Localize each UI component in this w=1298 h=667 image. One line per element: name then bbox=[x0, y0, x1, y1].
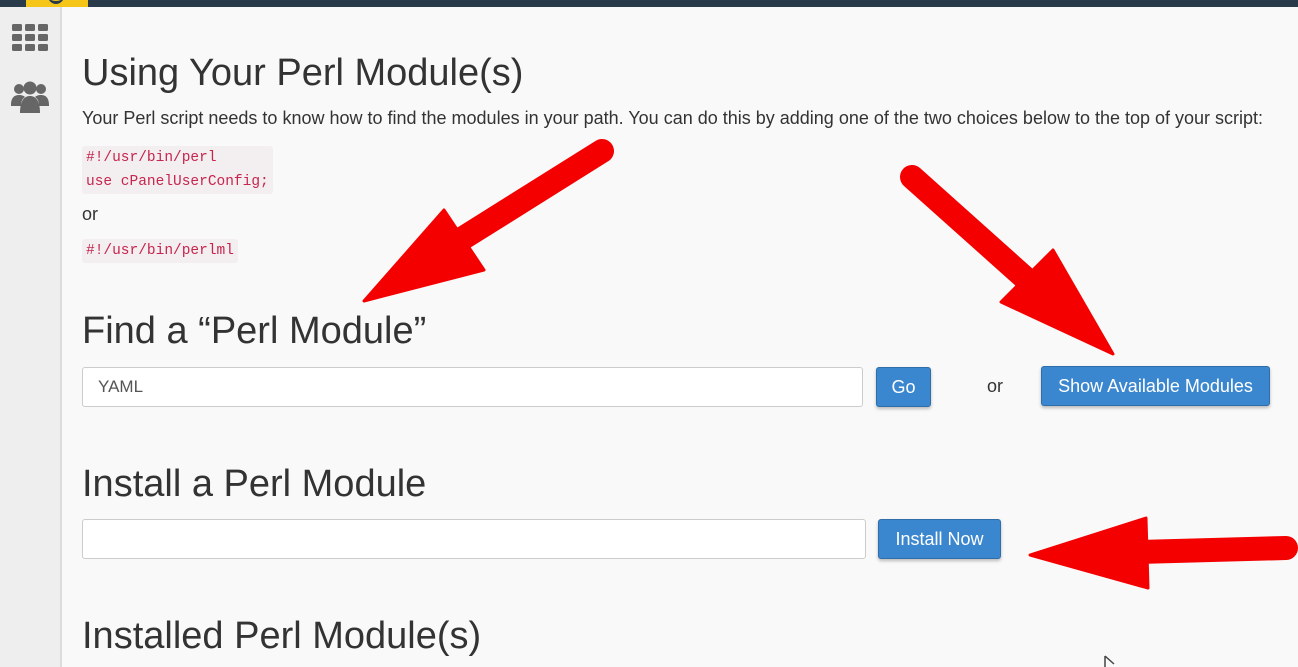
install-module-input[interactable] bbox=[82, 519, 866, 559]
show-available-modules-button[interactable]: Show Available Modules bbox=[1041, 366, 1270, 406]
or-separator: or bbox=[987, 376, 1004, 396]
main-content: Using Your Perl Module(s) Your Perl scri… bbox=[82, 0, 1298, 667]
page-title: Using Your Perl Module(s) bbox=[82, 52, 524, 94]
install-module-heading: Install a Perl Module bbox=[82, 463, 427, 505]
usage-description: Your Perl script needs to know how to fi… bbox=[82, 108, 1264, 128]
logo-icon bbox=[48, 0, 64, 4]
users-icon[interactable] bbox=[11, 79, 49, 115]
module-search-input[interactable] bbox=[82, 367, 863, 407]
code-snippet-perlml: #!/usr/bin/perlml bbox=[82, 239, 238, 263]
cpanel-logo[interactable] bbox=[26, 0, 88, 7]
install-now-button[interactable]: Install Now bbox=[878, 519, 1001, 559]
go-button[interactable]: Go bbox=[876, 367, 931, 407]
code-snippet-perl: #!/usr/bin/perl use cPanelUserConfig; bbox=[82, 146, 273, 194]
grid-icon[interactable] bbox=[11, 21, 49, 57]
installed-modules-heading: Installed Perl Module(s) bbox=[82, 615, 482, 657]
find-module-heading: Find a “Perl Module” bbox=[82, 310, 427, 352]
or-separator: or bbox=[82, 204, 99, 224]
sidebar bbox=[0, 7, 62, 667]
